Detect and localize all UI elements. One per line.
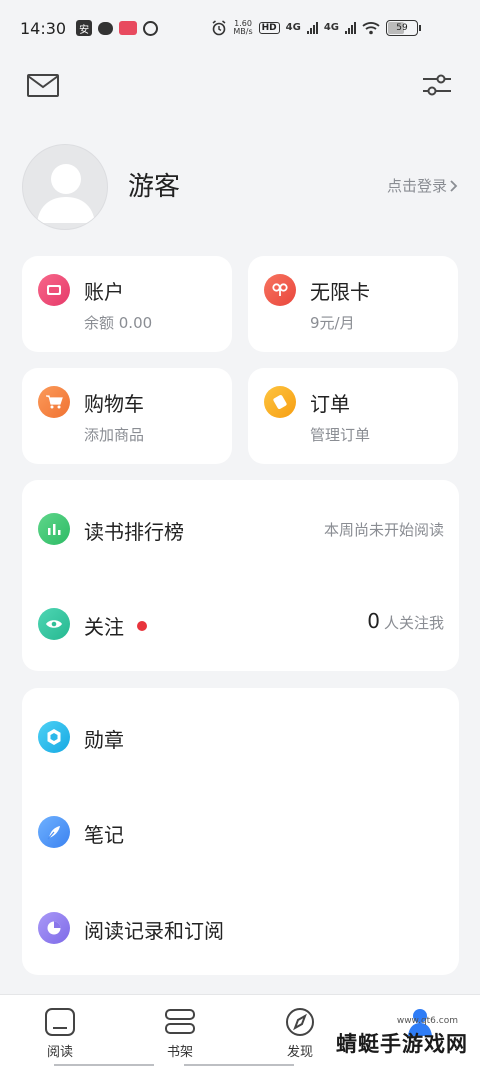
unlimited-card-tile[interactable]: 无限卡 9元/月	[248, 256, 458, 352]
social-card: 读书排行榜 本周尚未开始阅读 关注 0 人关注我	[22, 480, 459, 671]
follower-count: 0	[367, 609, 380, 633]
compass-icon	[286, 1008, 314, 1036]
ranking-row[interactable]: 读书排行榜 本周尚未开始阅读	[22, 504, 460, 554]
message-icon	[98, 21, 114, 35]
history-pie-icon	[38, 912, 70, 944]
battery-icon: 59	[386, 20, 421, 36]
unlimited-card-title: 无限卡	[310, 280, 370, 304]
wifi-icon	[362, 22, 380, 35]
history-row[interactable]: 阅读记录和订阅	[22, 903, 460, 953]
status-time: 14:30	[20, 18, 67, 38]
notes-label: 笔记	[84, 823, 124, 847]
app-notification-icon: 安	[76, 20, 93, 36]
signal-icon-1	[306, 22, 318, 34]
badge-icon	[38, 721, 70, 753]
battery-level: 59	[396, 23, 408, 33]
orders-title: 订单	[310, 392, 350, 416]
notes-row[interactable]: 笔记	[22, 807, 460, 857]
chevron-right-icon	[450, 179, 458, 192]
nav-read-label: 阅读	[46, 1045, 73, 1060]
settings-filter-icon[interactable]	[420, 70, 454, 100]
watermark-text: 蜻蜓手游戏网	[336, 1032, 468, 1056]
bookshelf-icon	[165, 1009, 195, 1034]
infinity-card-icon	[264, 274, 296, 306]
app-circle-icon	[143, 20, 159, 36]
shopping-cart-icon	[38, 386, 70, 418]
unlimited-card-price: 9元/月	[310, 314, 355, 332]
login-link[interactable]: 点击登录	[387, 175, 458, 196]
orders-sub: 管理订单	[310, 426, 371, 444]
avatar[interactable]	[22, 144, 108, 230]
network-type-1: 4G	[285, 22, 301, 33]
account-title: 账户	[84, 280, 124, 304]
default-avatar-icon	[37, 164, 95, 223]
nav-divider-2	[184, 1064, 294, 1066]
network-type-2: 4G	[323, 22, 339, 33]
feather-icon	[38, 816, 70, 848]
nav-divider-1	[54, 1064, 154, 1066]
ranking-status: 本周尚未开始阅读	[323, 521, 444, 539]
history-label: 阅读记录和订阅	[84, 919, 224, 943]
nav-discover[interactable]: 发现	[260, 1007, 340, 1065]
hd-badge: HD	[258, 22, 280, 34]
net-speed-unit: MB/s	[233, 27, 253, 36]
cart-sub: 添加商品	[84, 426, 145, 444]
shopping-app-icon	[119, 21, 138, 35]
wallet-icon	[38, 274, 70, 306]
nav-discover-label: 发现	[286, 1045, 313, 1060]
unread-dot	[137, 621, 147, 631]
account-tile[interactable]: 账户 余额 0.00	[22, 256, 232, 352]
book-open-icon	[45, 1008, 75, 1036]
account-balance: 余额 0.00	[84, 314, 153, 332]
eye-icon	[38, 608, 70, 640]
follower-info: 0 人关注我	[367, 609, 444, 633]
login-link-label: 点击登录	[386, 177, 447, 195]
badges-label: 勋章	[84, 728, 124, 752]
nav-bookshelf-label: 书架	[166, 1045, 193, 1060]
follow-label: 关注	[84, 615, 124, 639]
follower-suffix: 人关注我	[383, 614, 444, 632]
orders-tile[interactable]: 订单 管理订单	[248, 368, 458, 464]
badges-row[interactable]: 勋章	[22, 712, 460, 762]
more-card: 勋章 笔记 阅读记录和订阅	[22, 688, 459, 975]
nav-bookshelf[interactable]: 书架	[140, 1007, 220, 1065]
username: 游客	[128, 172, 181, 202]
signal-icon-2	[345, 22, 356, 34]
cart-tile[interactable]: 购物车 添加商品	[22, 368, 232, 464]
order-icon	[264, 386, 296, 418]
watermark-url: www.qt6.com	[396, 1016, 458, 1026]
alarm-icon	[212, 20, 226, 36]
cart-title: 购物车	[84, 392, 144, 416]
nav-read[interactable]: 阅读	[20, 1007, 100, 1065]
status-indicators: 1.60 MB/s HD 4G 4G	[211, 0, 380, 56]
mail-icon[interactable]	[26, 70, 60, 100]
net-speed: 1.60 MB/s	[233, 20, 252, 36]
follow-row[interactable]: 关注 0 人关注我	[22, 599, 460, 649]
bar-chart-icon	[38, 513, 70, 545]
ranking-label: 读书排行榜	[84, 520, 184, 544]
app-notification-icon-char: 安	[79, 24, 90, 36]
